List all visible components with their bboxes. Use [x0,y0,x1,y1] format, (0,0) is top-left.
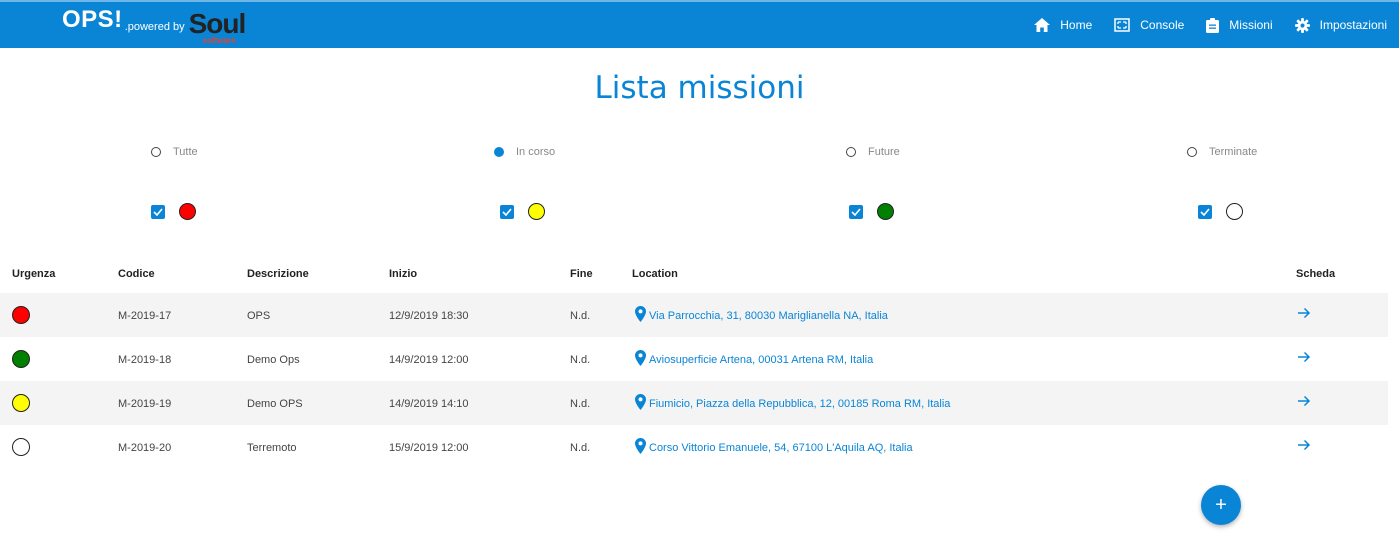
filter-radio-in-corso[interactable]: In corso [494,146,555,158]
nav-missioni[interactable]: Missioni [1206,17,1273,33]
cell-location-link[interactable]: Via Parrocchia, 31, 80030 Mariglianella … [635,306,888,322]
map-pin-icon [635,350,646,366]
cell-inizio: 15/9/2019 12:00 [389,442,469,454]
filter-radio-terminate[interactable]: Terminate [1187,146,1257,158]
cell-fine: N.d. [570,310,591,322]
map-pin-icon [635,438,646,454]
urgency-filter-yellow[interactable] [500,203,545,220]
filter-radio-label: Future [868,146,900,158]
urgency-indicator [12,438,30,456]
cell-inizio: 12/9/2019 18:30 [389,310,469,322]
filter-radio-label: Terminate [1209,146,1258,158]
radio-dot[interactable] [151,147,161,157]
plus-icon: + [1215,493,1227,516]
soul-logo: Soul software [187,6,257,46]
top-app-bar: OPS! .powered by Soul software Home Cons… [0,0,1399,48]
header-fine[interactable]: Fine [570,268,593,280]
cell-descrizione: OPS [247,310,271,322]
nav-missioni-label: Missioni [1229,18,1273,32]
brand-name: OPS! [62,6,123,33]
cell-fine: N.d. [570,442,591,454]
map-pin-icon [635,306,646,322]
urgency-checkbox[interactable] [1198,204,1212,219]
header-scheda: Scheda [1296,268,1336,280]
radio-dot[interactable] [494,147,504,157]
urgency-filter-green[interactable] [849,203,894,220]
brand-logo[interactable]: OPS! .powered by Soul software [62,6,257,46]
nav-home-label: Home [1060,18,1093,32]
filter-radio-label: In corso [516,146,556,158]
filter-radio-tutte[interactable]: Tutte [151,146,198,158]
header-urgenza[interactable]: Urgenza [12,268,55,280]
map-pin-icon [635,394,646,410]
urgency-indicator [12,394,30,412]
radio-dot[interactable] [846,147,856,157]
cell-inizio: 14/9/2019 12:00 [389,354,469,366]
header-inizio[interactable]: Inizio [389,268,417,280]
cell-descrizione: Demo OPS [247,398,303,410]
check-icon [153,207,163,216]
open-scheda-arrow-icon[interactable] [1297,394,1311,408]
cell-codice: M-2019-17 [118,310,172,322]
cell-codice: M-2019-20 [118,442,172,454]
table-row[interactable]: M-2019-18 Demo Ops 14/9/2019 12:00 N.d. … [0,337,1388,381]
urgency-filter-red[interactable] [151,203,196,220]
location-text: Corso Vittorio Emanuele, 54, 67100 L'Aqu… [649,442,913,454]
nav-home[interactable]: Home [1034,18,1092,32]
urgency-indicator [12,350,30,368]
table-row[interactable]: M-2019-20 Terremoto 15/9/2019 12:00 N.d.… [0,425,1388,469]
nav-console-label: Console [1140,18,1185,32]
cell-location-link[interactable]: Fiumicio, Piazza della Repubblica, 12, 0… [635,394,950,410]
check-icon [502,207,512,216]
console-icon [1114,18,1130,32]
urgency-filter-white[interactable] [1198,203,1243,220]
nav-console[interactable]: Console [1114,18,1184,32]
header-codice[interactable]: Codice [118,268,155,280]
header-descrizione[interactable]: Descrizione [247,268,309,280]
table-row[interactable]: M-2019-17 OPS 12/9/2019 18:30 N.d. Via P… [0,293,1388,337]
urgency-color-green [877,203,894,220]
table-row[interactable]: M-2019-19 Demo OPS 14/9/2019 14:10 N.d. … [0,381,1388,425]
add-mission-button[interactable]: + [1201,485,1241,525]
home-icon [1034,18,1051,32]
cell-descrizione: Demo Ops [247,354,300,366]
urgency-color-red [179,203,196,220]
cell-codice: M-2019-18 [118,354,172,366]
cell-fine: N.d. [570,398,591,410]
filter-radio-label: Tutte [173,146,198,158]
cell-location-link[interactable]: Corso Vittorio Emanuele, 54, 67100 L'Aqu… [635,438,913,454]
urgency-checkbox[interactable] [849,204,863,219]
cell-codice: M-2019-19 [118,398,172,410]
main-nav: Home Console Missioni Impostazioni [1012,2,1387,48]
filter-radio-future[interactable]: Future [846,146,900,158]
cell-location-link[interactable]: Aviosuperficie Artena, 00031 Artena RM, … [635,350,873,366]
open-scheda-arrow-icon[interactable] [1297,438,1311,452]
clipboard-icon [1206,17,1220,33]
location-text: Aviosuperficie Artena, 00031 Artena RM, … [649,354,874,366]
radio-dot[interactable] [1187,147,1197,157]
gear-icon [1294,17,1310,33]
check-icon [851,207,861,216]
open-scheda-arrow-icon[interactable] [1297,350,1311,364]
cell-inizio: 14/9/2019 14:10 [389,398,469,410]
cell-fine: N.d. [570,354,591,366]
nav-impostazioni-label: Impostazioni [1319,18,1387,32]
cell-descrizione: Terremoto [247,442,297,454]
location-text: Fiumicio, Piazza della Repubblica, 12, 0… [649,398,951,410]
nav-impostazioni[interactable]: Impostazioni [1294,17,1387,33]
urgency-indicator [12,306,30,324]
urgency-color-white [1226,203,1243,220]
soul-logo-subtext: software [202,36,236,45]
location-text: Via Parrocchia, 31, 80030 Mariglianella … [649,310,888,322]
brand-powered-by: .powered by [124,21,185,33]
header-location[interactable]: Location [632,268,678,280]
open-scheda-arrow-icon[interactable] [1297,306,1311,320]
urgency-color-yellow [528,203,545,220]
urgency-checkbox[interactable] [500,204,514,219]
urgency-checkbox[interactable] [151,204,165,219]
check-icon [1200,207,1210,216]
page-title: Lista missioni [594,70,805,106]
